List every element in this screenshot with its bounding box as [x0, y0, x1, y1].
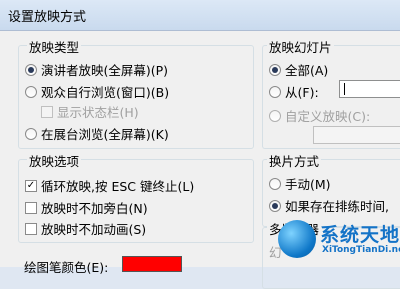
radio-selected-icon — [269, 199, 281, 212]
window-title: 设置放映方式 — [8, 10, 87, 25]
no-narration-checkbox[interactable]: 放映时不加旁白(N) — [25, 198, 148, 217]
show-options-group: 放映选项 ✓ 循环放映,按 ESC 键终止(L) 放映时不加旁白(N) 放映时不… — [18, 151, 254, 243]
presenter-label: 演讲者放映(全屏幕)(P) — [41, 63, 169, 78]
loop-label: 循环放映,按 ESC 键终止(L) — [41, 179, 195, 194]
show-type-legend: 放映类型 — [27, 37, 82, 56]
radio-icon — [25, 127, 37, 140]
from-slide-stepper[interactable] — [339, 80, 400, 98]
checkbox-icon — [25, 222, 37, 235]
radio-selected-icon — [269, 63, 281, 76]
show-type-group: 放映类型 演讲者放映(全屏幕)(P) 观众自行浏览(窗口)(B) 显示状态栏(H… — [18, 37, 254, 149]
custom-show-select[interactable] — [313, 126, 400, 144]
from-label: 从(F): — [285, 85, 319, 100]
text-cursor — [344, 83, 345, 95]
no-animation-label: 放映时不加动画(S) — [41, 222, 147, 237]
show-slides-legend: 放映幻灯片 — [267, 37, 334, 56]
watermark-en: XiTongTianDi.net — [322, 245, 400, 255]
watermark-cn: 系统天地 — [320, 224, 400, 246]
kiosk-radio[interactable]: 在展台浏览(全屏幕)(K) — [25, 124, 169, 143]
all-label: 全部(A) — [285, 63, 329, 78]
use-timings-radio[interactable]: 如果存在排练时间, — [269, 196, 389, 215]
radio-selected-icon — [25, 63, 37, 76]
watermark-logo: 系统天地 XiTongTianDi.net — [272, 216, 400, 266]
from-radio[interactable]: 从(F): — [269, 82, 319, 101]
kiosk-label: 在展台浏览(全屏幕)(K) — [41, 127, 169, 142]
checkbox-disabled-icon — [41, 105, 53, 118]
individual-radio[interactable]: 观众自行浏览(窗口)(B) — [25, 82, 169, 101]
show-scrollbar-checkbox[interactable]: 显示状态栏(H) — [41, 102, 139, 121]
pen-color-label: 绘图笔颜色(E): — [24, 257, 108, 276]
radio-icon — [269, 85, 281, 98]
scrollbar-label: 显示状态栏(H) — [57, 105, 139, 120]
checkbox-icon — [25, 201, 37, 214]
timings-label: 如果存在排练时间, — [285, 199, 389, 214]
individual-label: 观众自行浏览(窗口)(B) — [41, 85, 170, 100]
pen-color-swatch[interactable] — [122, 256, 182, 272]
radio-icon — [269, 177, 281, 190]
manual-label: 手动(M) — [285, 177, 331, 192]
custom-show-label: 自定义放映(C): — [285, 109, 371, 124]
advance-legend: 换片方式 — [267, 151, 322, 170]
globe-icon — [278, 220, 316, 258]
manual-radio[interactable]: 手动(M) — [269, 174, 331, 193]
title-bar: 设置放映方式 — [0, 0, 400, 30]
show-slides-group: 放映幻灯片 全部(A) 从(F): 自定义放映(C): — [262, 37, 400, 149]
radio-icon — [25, 85, 37, 98]
no-animation-checkbox[interactable]: 放映时不加动画(S) — [25, 219, 146, 238]
pen-color-text: 绘图笔颜色(E): — [24, 260, 109, 275]
custom-show-radio[interactable]: 自定义放映(C): — [269, 106, 370, 125]
no-narration-label: 放映时不加旁白(N) — [41, 201, 148, 216]
loop-checkbox[interactable]: ✓ 循环放映,按 ESC 键终止(L) — [25, 176, 194, 195]
presenter-radio[interactable]: 演讲者放映(全屏幕)(P) — [25, 60, 168, 79]
radio-icon — [269, 109, 281, 122]
all-slides-radio[interactable]: 全部(A) — [269, 60, 328, 79]
checkmark-icon: ✓ — [25, 179, 37, 192]
show-options-legend: 放映选项 — [27, 151, 82, 170]
